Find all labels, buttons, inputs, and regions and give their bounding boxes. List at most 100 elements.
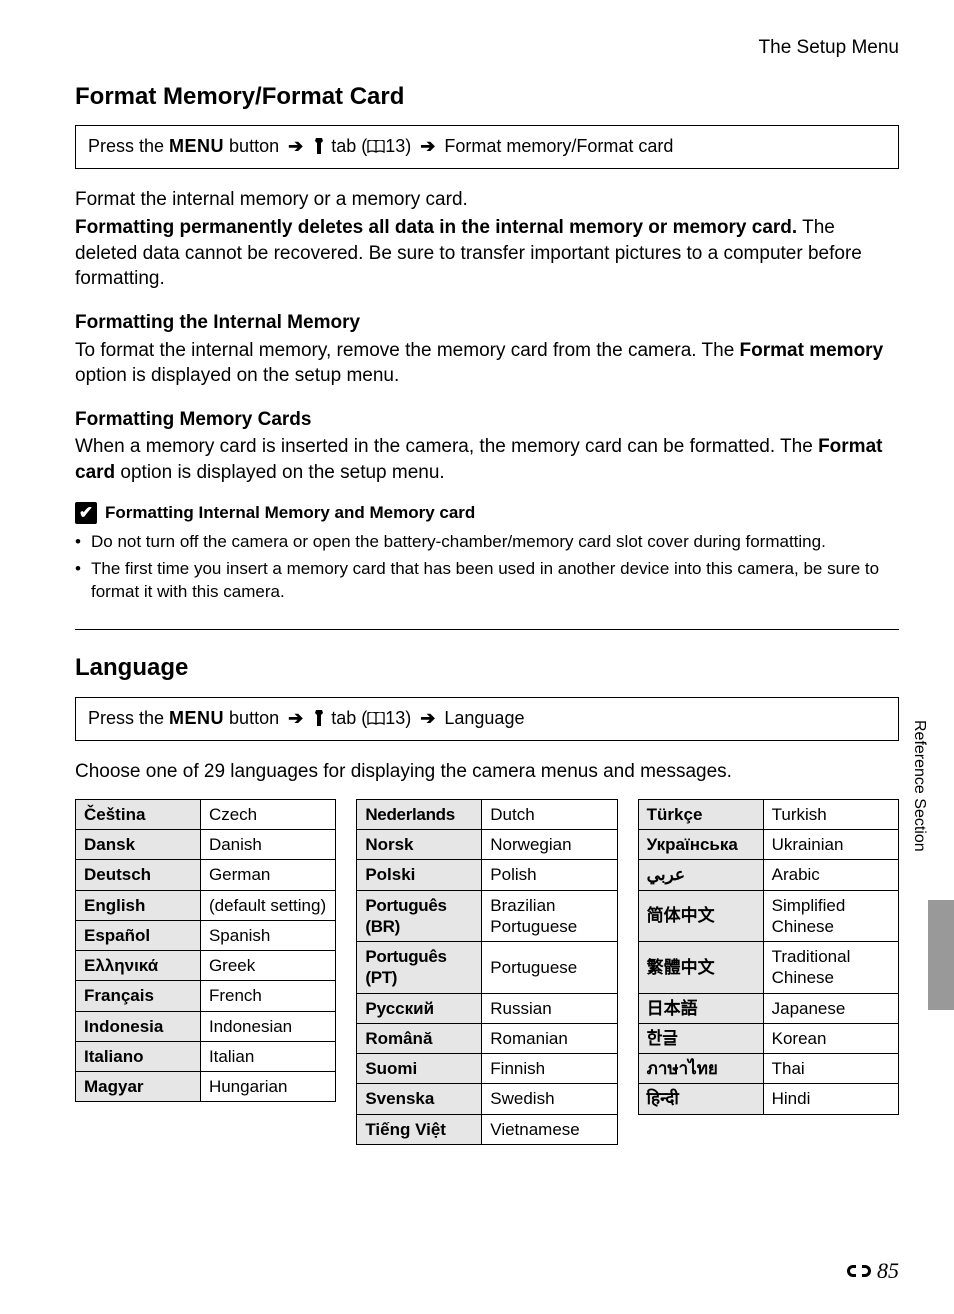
subheading-memory-cards: Formatting Memory Cards (75, 407, 899, 433)
language-name: Czech (200, 799, 335, 829)
language-table-2: NederlandsDutchNorskNorwegianPolskiPolis… (356, 799, 617, 1145)
language-name: Dutch (482, 799, 617, 829)
language-table-3: TürkçeTurkishУкраїнськаUkrainianعربيArab… (638, 799, 899, 1115)
language-native: Русский (357, 993, 482, 1023)
arrow-icon: ➔ (288, 136, 303, 156)
language-name: Brazilian Portuguese (482, 890, 617, 942)
table-row: ČeštinaCzech (76, 799, 336, 829)
language-native: 简体中文 (638, 890, 763, 942)
language-native: Deutsch (76, 860, 201, 890)
language-native: Suomi (357, 1054, 482, 1084)
language-native: عربي (638, 860, 763, 890)
language-native: 한글 (638, 1023, 763, 1053)
language-native: Norsk (357, 830, 482, 860)
language-native: Svenska (357, 1084, 482, 1114)
language-native: 日本語 (638, 993, 763, 1023)
body-text: When a memory card is inserted in the ca… (75, 434, 899, 485)
caution-icon: ✔ (75, 502, 97, 524)
language-native: Português (BR) (357, 890, 482, 942)
language-name: Vietnamese (482, 1114, 617, 1144)
page-number: 85 (877, 1256, 899, 1286)
language-name: Arabic (763, 860, 898, 890)
nav-dest: Format memory/Format card (444, 136, 673, 156)
table-row: Português (BR)Brazilian Portuguese (357, 890, 617, 942)
language-name: (default setting) (200, 890, 335, 920)
table-row: NederlandsDutch (357, 799, 617, 829)
bold-warning: Formatting permanently deletes all data … (75, 217, 797, 238)
nav-text: Press the (88, 136, 169, 156)
language-name: Ukrainian (763, 830, 898, 860)
wrench-icon (312, 708, 326, 732)
table-row: 한글Korean (638, 1023, 898, 1053)
table-row: 简体中文Simplified Chinese (638, 890, 898, 942)
language-name: Korean (763, 1023, 898, 1053)
section-divider (75, 629, 899, 630)
nav-text: tab ( (326, 136, 367, 156)
body-text: option is displayed on the setup menu. (115, 462, 445, 483)
page-ref: 13 (385, 136, 405, 156)
body-text: Format the internal memory or a memory c… (75, 187, 899, 213)
language-name: German (200, 860, 335, 890)
table-row: УкраїнськаUkrainian (638, 830, 898, 860)
subheading-internal-memory: Formatting the Internal Memory (75, 310, 899, 336)
language-native: Română (357, 1023, 482, 1053)
language-native: Português (PT) (357, 942, 482, 994)
language-name: Simplified Chinese (763, 890, 898, 942)
nav-dest: Language (444, 708, 524, 728)
table-row: हिन्दीHindi (638, 1084, 898, 1114)
table-row: MagyarHungarian (76, 1072, 336, 1102)
menu-button-label: MENU (169, 136, 224, 156)
language-name: Greek (200, 951, 335, 981)
language-name: Portuguese (482, 942, 617, 994)
language-native: Indonesia (76, 1011, 201, 1041)
nav-text: ) (405, 708, 416, 728)
table-row: English(default setting) (76, 890, 336, 920)
note-heading: Formatting Internal Memory and Memory ca… (105, 502, 475, 525)
body-text: Formatting permanently deletes all data … (75, 215, 899, 292)
language-tables: ČeštinaCzechDanskDanishDeutschGermanEngl… (75, 799, 899, 1145)
nav-text: Press the (88, 708, 169, 728)
table-row: FrançaisFrench (76, 981, 336, 1011)
side-section-label: Reference Section (908, 720, 930, 852)
language-native: Tiếng Việt (357, 1114, 482, 1144)
language-name: Indonesian (200, 1011, 335, 1041)
wrench-icon (312, 136, 326, 160)
list-item: The first time you insert a memory card … (75, 558, 899, 604)
table-row: РусскийRussian (357, 993, 617, 1023)
book-icon (367, 708, 385, 732)
table-row: ΕλληνικάGreek (76, 951, 336, 981)
table-row: EspañolSpanish (76, 920, 336, 950)
language-name: Thai (763, 1054, 898, 1084)
table-row: عربيArabic (638, 860, 898, 890)
language-native: Dansk (76, 830, 201, 860)
nav-text: button (224, 708, 284, 728)
language-name: Italian (200, 1041, 335, 1071)
table-row: ItalianoItalian (76, 1041, 336, 1071)
language-name: Hindi (763, 1084, 898, 1114)
language-name: Romanian (482, 1023, 617, 1053)
nav-path-format: Press the MENU button ➔ tab (13) ➔ Forma… (75, 125, 899, 169)
bold-term: Format memory (740, 340, 884, 361)
language-native: Українська (638, 830, 763, 860)
language-native: Français (76, 981, 201, 1011)
language-intro: Choose one of 29 languages for displayin… (75, 759, 899, 785)
language-native: 繁體中文 (638, 942, 763, 994)
table-row: ภาษาไทยThai (638, 1054, 898, 1084)
nav-text: button (224, 136, 284, 156)
language-name: Traditional Chinese (763, 942, 898, 994)
language-name: Russian (482, 993, 617, 1023)
table-row: IndonesiaIndonesian (76, 1011, 336, 1041)
table-row: PolskiPolish (357, 860, 617, 890)
note-block: ✔ Formatting Internal Memory and Memory … (75, 502, 899, 604)
language-native: हिन्दी (638, 1084, 763, 1114)
language-native: Nederlands (357, 799, 482, 829)
language-name: Spanish (200, 920, 335, 950)
language-name: Norwegian (482, 830, 617, 860)
body-text: option is displayed on the setup menu. (75, 365, 399, 386)
language-table-1: ČeštinaCzechDanskDanishDeutschGermanEngl… (75, 799, 336, 1103)
language-native: Polski (357, 860, 482, 890)
table-row: Português (PT)Portuguese (357, 942, 617, 994)
language-name: Finnish (482, 1054, 617, 1084)
language-name: Turkish (763, 799, 898, 829)
section-title-language: Language (75, 652, 899, 684)
